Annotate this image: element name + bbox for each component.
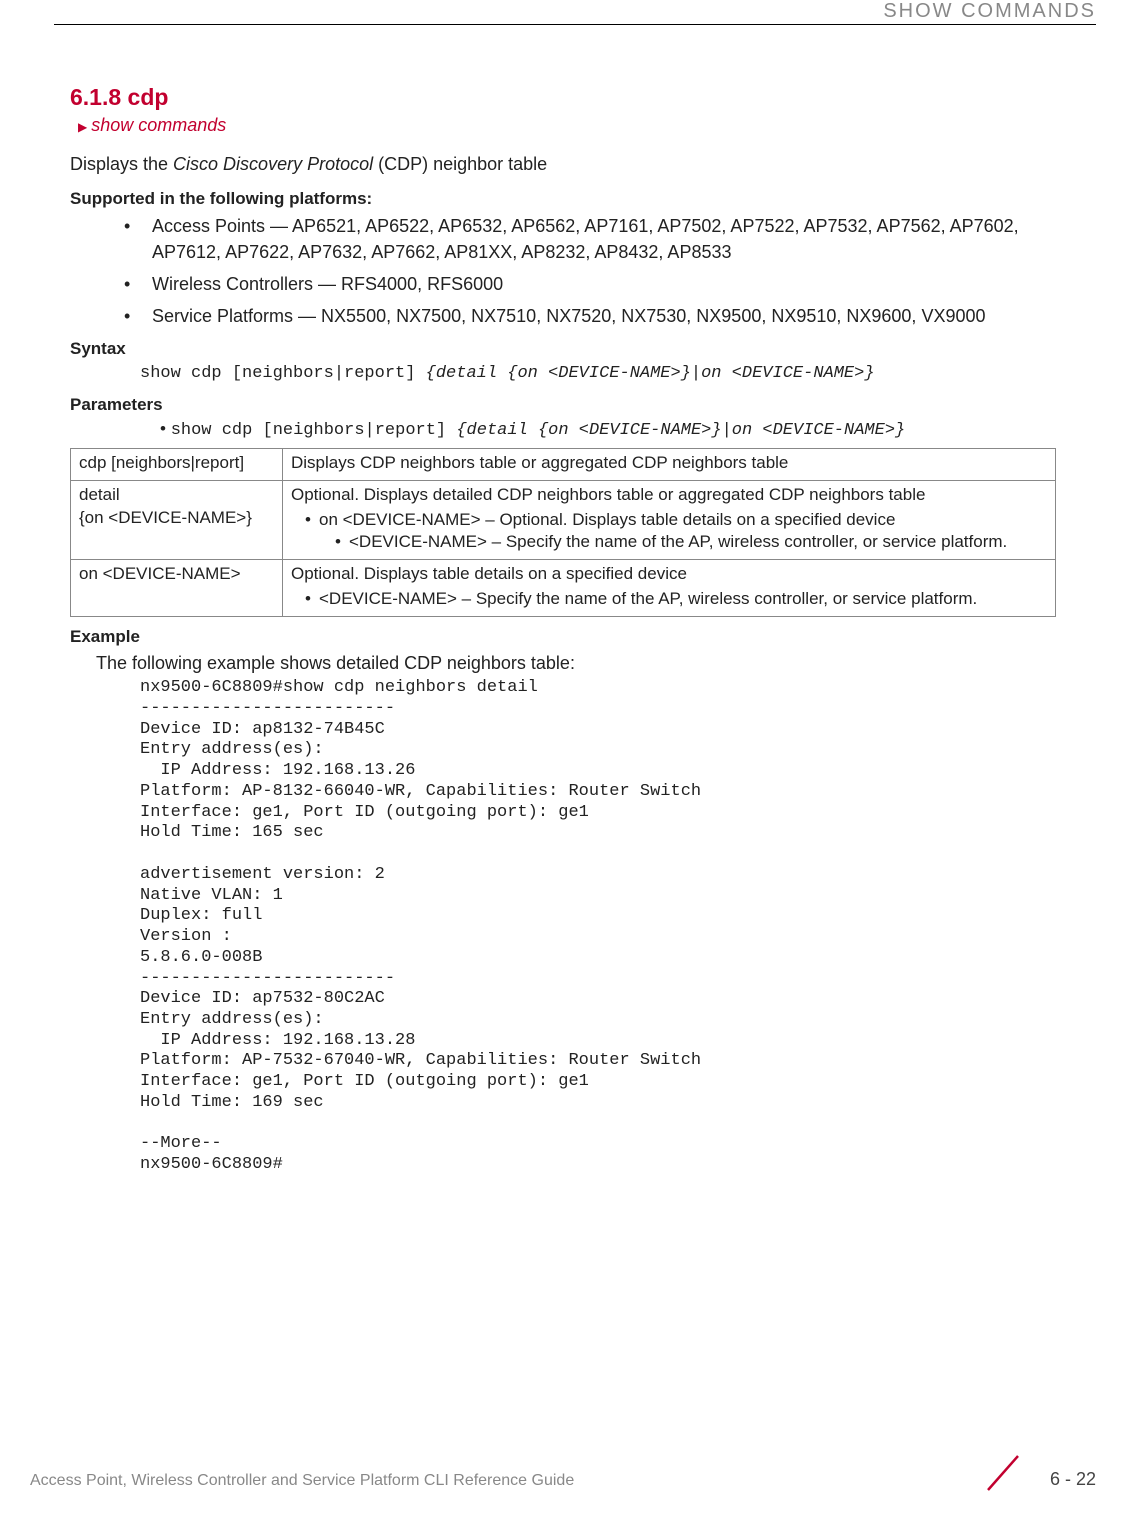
param-desc: Optional. Displays detailed CDP neighbor… (291, 485, 925, 504)
page-footer: Access Point, Wireless Controller and Se… (30, 1460, 1096, 1490)
param-key: cdp [neighbors|report] (71, 448, 283, 480)
running-head: SHOW COMMANDS (883, 0, 1096, 23)
syntax-line: show cdp [neighbors|report] {detail {on … (140, 363, 1056, 384)
param-key: on <DEVICE-NAME> (71, 560, 283, 617)
breadcrumb-text: show commands (91, 115, 226, 135)
lead-paragraph: Displays the Cisco Discovery Protocol (C… (70, 154, 1056, 175)
table-row: on <DEVICE-NAME> Optional. Displays tabl… (71, 560, 1056, 617)
footer-page-number: 6 - 22 (1050, 1469, 1096, 1490)
top-rule (54, 24, 1096, 25)
arrow-icon: ▶ (78, 120, 87, 134)
param-desc-cell: Optional. Displays table details on a sp… (283, 560, 1056, 617)
example-output: nx9500-6C8809#show cdp neighbors detail … (140, 678, 1056, 1176)
syntax-plain: show cdp [neighbors|report] (140, 364, 426, 383)
lead-before: Displays the (70, 154, 173, 174)
syntax-heading: Syntax (70, 339, 1056, 359)
param-desc: Optional. Displays table details on a sp… (291, 564, 687, 583)
param-line-plain: show cdp [neighbors|report] (171, 421, 457, 440)
footer-text: Access Point, Wireless Controller and Se… (30, 1472, 574, 1490)
param-sub: on <DEVICE-NAME> – Optional. Displays ta… (305, 509, 1047, 555)
list-item: Wireless Controllers — RFS4000, RFS6000 (124, 271, 1056, 297)
table-row: detail {on <DEVICE-NAME>} Optional. Disp… (71, 480, 1056, 560)
lead-after: (CDP) neighbor table (373, 154, 547, 174)
param-key: detail {on <DEVICE-NAME>} (71, 480, 283, 560)
param-desc: Displays CDP neighbors table or aggregat… (283, 448, 1056, 480)
footer-slash-icon (982, 1452, 1024, 1494)
breadcrumb-row: ▶ show commands (78, 115, 1056, 136)
param-sub-sub: <DEVICE-NAME> – Specify the name of the … (335, 531, 1047, 554)
list-item: Service Platforms — NX5500, NX7500, NX75… (124, 303, 1056, 329)
param-sub-text: on <DEVICE-NAME> – Optional. Displays ta… (319, 510, 895, 529)
example-heading: Example (70, 627, 1056, 647)
platforms-list: Access Points — AP6521, AP6522, AP6532, … (70, 213, 1056, 329)
list-item: Access Points — AP6521, AP6522, AP6532, … (124, 213, 1056, 265)
param-line-ital: {detail {on <DEVICE-NAME>}|on <DEVICE-NA… (456, 421, 905, 440)
table-row: cdp [neighbors|report] Displays CDP neig… (71, 448, 1056, 480)
page-body: 6.1.8 cdp ▶ show commands Displays the Ci… (0, 0, 1126, 1176)
parameters-heading: Parameters (70, 395, 1056, 415)
example-lead: The following example shows detailed CDP… (96, 653, 1056, 674)
param-desc-cell: Optional. Displays detailed CDP neighbor… (283, 480, 1056, 560)
param-sub: <DEVICE-NAME> – Specify the name of the … (305, 588, 1047, 611)
lead-em: Cisco Discovery Protocol (173, 154, 373, 174)
section-title: 6.1.8 cdp (70, 84, 1056, 111)
platforms-heading: Supported in the following platforms: (70, 189, 1056, 209)
parameters-table: cdp [neighbors|report] Displays CDP neig… (70, 448, 1056, 618)
syntax-ital: {detail {on <DEVICE-NAME>}|on <DEVICE-NA… (426, 364, 875, 383)
parameters-line: show cdp [neighbors|report] {detail {on … (160, 419, 1056, 440)
